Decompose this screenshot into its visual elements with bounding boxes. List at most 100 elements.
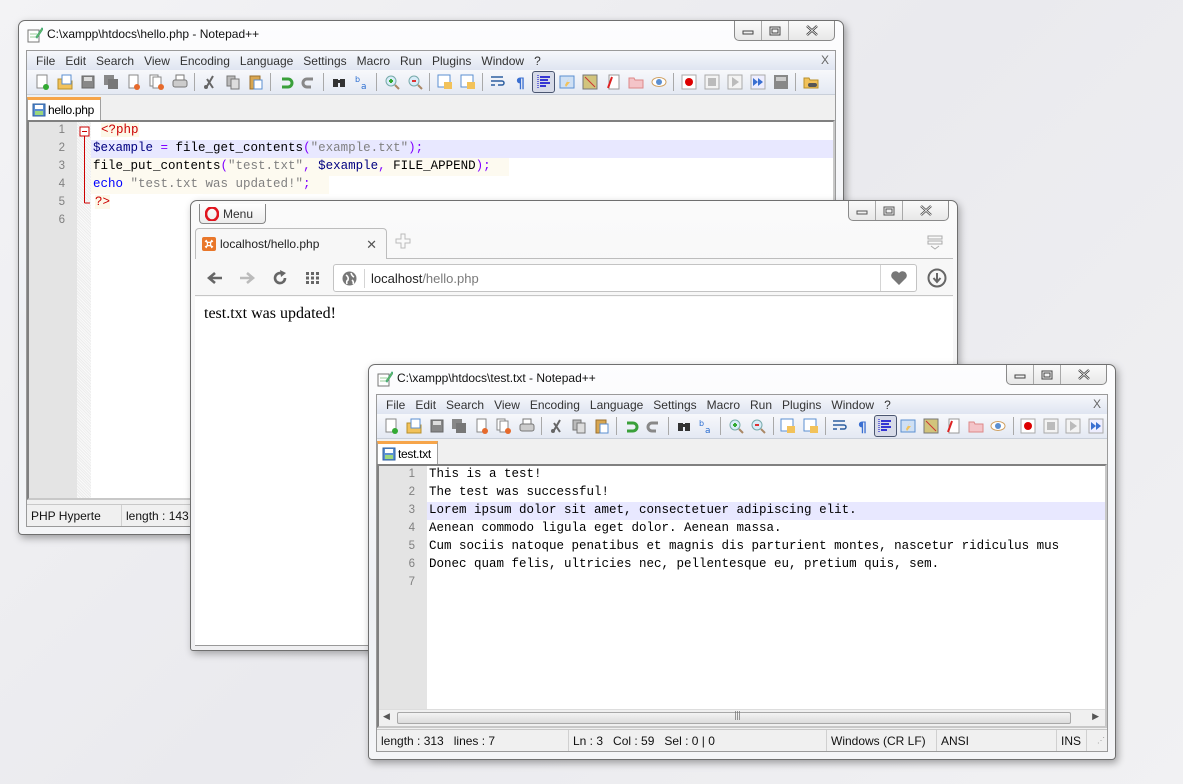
- show-all-chars-button[interactable]: ¶: [509, 71, 532, 93]
- close-document-button[interactable]: X: [821, 53, 829, 67]
- redo-button[interactable]: [297, 71, 320, 93]
- url-text[interactable]: localhost/hello.php: [371, 271, 479, 286]
- replace-button[interactable]: ba: [695, 415, 718, 437]
- playback-button[interactable]: [723, 71, 746, 93]
- undo-button[interactable]: [620, 415, 643, 437]
- copy-button[interactable]: [221, 71, 244, 93]
- zoom-in-button[interactable]: [380, 71, 403, 93]
- menu-macro[interactable]: Macro: [352, 54, 395, 68]
- indent-guide-button[interactable]: [532, 71, 555, 93]
- text-editor[interactable]: 1 This is a test! 2 The test was successfu…: [377, 464, 1107, 728]
- back-button[interactable]: [205, 268, 225, 288]
- word-wrap-button[interactable]: [486, 71, 509, 93]
- find-button[interactable]: [327, 71, 350, 93]
- menu-plugins[interactable]: Plugins: [427, 54, 476, 68]
- scroll-left-icon[interactable]: ◀: [383, 712, 390, 722]
- stop-recording-button[interactable]: [1039, 415, 1062, 437]
- status-encoding[interactable]: ANSI: [937, 730, 1057, 751]
- title-bar[interactable]: C:\xampp\htdocs\hello.php - Notepad++: [19, 21, 843, 49]
- menu-edit[interactable]: Edit: [410, 398, 441, 412]
- save-all-button[interactable]: [99, 71, 122, 93]
- minimize-button[interactable]: [735, 21, 762, 40]
- close-file-button[interactable]: [122, 71, 145, 93]
- cut-button[interactable]: [545, 415, 568, 437]
- undo-button[interactable]: [274, 71, 297, 93]
- close-all-button[interactable]: [493, 415, 516, 437]
- print-button[interactable]: [516, 415, 539, 437]
- new-tab-icon[interactable]: [395, 233, 411, 249]
- tab-hello-php[interactable]: hello.php: [27, 97, 102, 120]
- redo-button[interactable]: [643, 415, 666, 437]
- menu-help[interactable]: ?: [879, 398, 896, 412]
- playback-button[interactable]: [1062, 415, 1085, 437]
- menu-language[interactable]: Language: [235, 54, 298, 68]
- menu-settings[interactable]: Settings: [648, 398, 701, 412]
- doc-map-button[interactable]: [578, 71, 601, 93]
- menu-help[interactable]: ?: [529, 54, 546, 68]
- replace-button[interactable]: ba: [350, 71, 373, 93]
- zoom-out-button[interactable]: [747, 415, 770, 437]
- save-button[interactable]: [425, 415, 448, 437]
- indent-guide-button[interactable]: [874, 415, 897, 437]
- bookmark-button[interactable]: [880, 265, 916, 291]
- maximize-button[interactable]: [1034, 365, 1061, 384]
- title-bar[interactable]: [191, 201, 957, 229]
- doc-map-button[interactable]: [919, 415, 942, 437]
- menu-encoding[interactable]: Encoding: [525, 398, 585, 412]
- menu-run[interactable]: Run: [395, 54, 427, 68]
- paste-button[interactable]: [590, 415, 613, 437]
- zoom-in-button[interactable]: [724, 415, 747, 437]
- udl-button[interactable]: [897, 415, 920, 437]
- download-icon[interactable]: [927, 268, 947, 288]
- maximize-button[interactable]: [762, 21, 789, 40]
- forward-button[interactable]: [237, 268, 257, 288]
- horizontal-scrollbar[interactable]: ◀ ||| ▶: [379, 709, 1105, 726]
- new-file-button[interactable]: [380, 415, 403, 437]
- record-macro-button[interactable]: [1017, 415, 1040, 437]
- save-all-button[interactable]: [448, 415, 471, 437]
- monitoring-button[interactable]: [647, 71, 670, 93]
- folder-workspace-button[interactable]: [624, 71, 647, 93]
- minimize-button[interactable]: [849, 201, 876, 220]
- close-file-button[interactable]: [470, 415, 493, 437]
- menu-encoding[interactable]: Encoding: [175, 54, 235, 68]
- close-button[interactable]: [903, 201, 948, 220]
- sync-vertical-button[interactable]: [777, 415, 800, 437]
- reload-button[interactable]: [270, 268, 290, 288]
- sync-horizontal-button[interactable]: [799, 415, 822, 437]
- cut-button[interactable]: [198, 71, 221, 93]
- close-tab-icon[interactable]: ✕: [366, 237, 377, 253]
- menu-search[interactable]: Search: [441, 398, 489, 412]
- close-button[interactable]: [1061, 365, 1106, 384]
- menu-run[interactable]: Run: [745, 398, 777, 412]
- new-file-button[interactable]: [30, 71, 53, 93]
- function-list-button[interactable]: [601, 71, 624, 93]
- menu-file[interactable]: File: [31, 54, 60, 68]
- close-all-button[interactable]: [145, 71, 168, 93]
- stop-recording-button[interactable]: [700, 71, 723, 93]
- record-macro-button[interactable]: [677, 71, 700, 93]
- opera-menu-button[interactable]: Menu: [199, 204, 266, 224]
- show-all-chars-button[interactable]: ¶: [851, 415, 874, 437]
- folder-workspace-button[interactable]: [965, 415, 988, 437]
- close-button[interactable]: [789, 21, 834, 40]
- title-bar[interactable]: C:\xampp\htdocs\test.txt - Notepad++: [369, 365, 1115, 393]
- word-wrap-button[interactable]: [829, 415, 852, 437]
- find-button[interactable]: [672, 415, 695, 437]
- run-multiple-button[interactable]: [1085, 415, 1108, 437]
- copy-button[interactable]: [568, 415, 591, 437]
- monitoring-button[interactable]: [987, 415, 1010, 437]
- menu-settings[interactable]: Settings: [298, 54, 351, 68]
- speed-dial-button[interactable]: [303, 268, 323, 288]
- scrollbar-thumb[interactable]: |||: [397, 711, 1071, 724]
- function-list-button[interactable]: [942, 415, 965, 437]
- browser-tab[interactable]: localhost/hello.php ✕: [195, 228, 387, 259]
- menu-plugins[interactable]: Plugins: [777, 398, 826, 412]
- menu-window[interactable]: Window: [826, 398, 879, 412]
- open-in-explorer-button[interactable]: [799, 71, 822, 93]
- menu-view[interactable]: View: [489, 398, 525, 412]
- menu-search[interactable]: Search: [91, 54, 139, 68]
- menu-file[interactable]: File: [381, 398, 410, 412]
- menu-macro[interactable]: Macro: [702, 398, 745, 412]
- close-document-button[interactable]: X: [1093, 397, 1101, 411]
